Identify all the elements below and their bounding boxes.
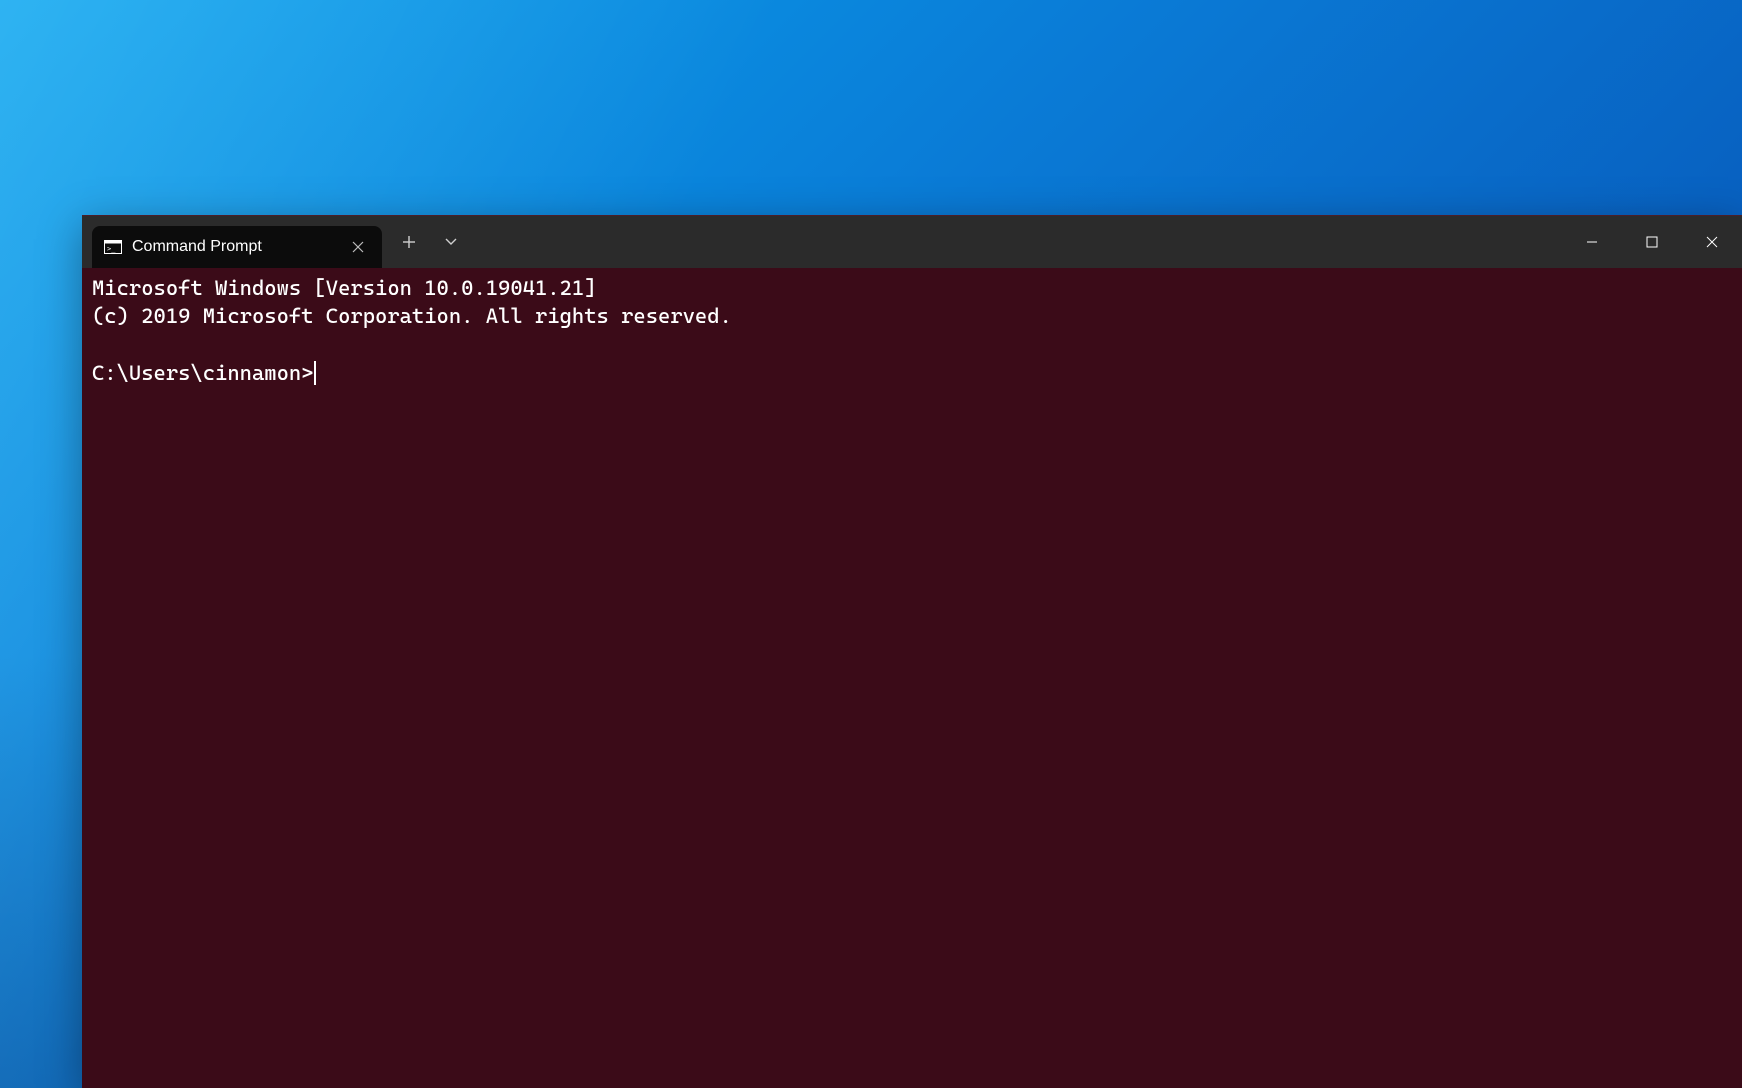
terminal-icon: >_ <box>104 240 122 254</box>
minimize-button[interactable] <box>1562 216 1622 268</box>
text-cursor <box>314 361 316 385</box>
tab-command-prompt[interactable]: >_ Command Prompt <box>92 226 382 268</box>
desktop-background: >_ Command Prompt <box>0 0 1742 1088</box>
plus-icon <box>402 235 416 249</box>
window-controls <box>1562 216 1742 268</box>
terminal-line: Microsoft Windows [Version 10.0.19041.21… <box>92 276 597 300</box>
maximize-icon <box>1645 235 1659 249</box>
new-tab-button[interactable] <box>388 216 430 268</box>
tab-label: Command Prompt <box>132 238 262 256</box>
minimize-icon <box>1585 235 1599 249</box>
tab-close-button[interactable] <box>344 233 372 261</box>
close-icon <box>1705 235 1719 249</box>
terminal-output[interactable]: Microsoft Windows [Version 10.0.19041.21… <box>82 268 1742 1088</box>
terminal-prompt: C:\Users\cinnamon> <box>92 361 313 385</box>
terminal-window: >_ Command Prompt <box>82 215 1742 1088</box>
tab-dropdown-button[interactable] <box>430 216 472 268</box>
titlebar[interactable]: >_ Command Prompt <box>82 216 1742 268</box>
terminal-line: (c) 2019 Microsoft Corporation. All righ… <box>92 304 732 328</box>
close-window-button[interactable] <box>1682 216 1742 268</box>
close-icon <box>352 241 364 253</box>
chevron-down-icon <box>444 237 458 247</box>
svg-text:>_: >_ <box>107 245 116 253</box>
maximize-button[interactable] <box>1622 216 1682 268</box>
